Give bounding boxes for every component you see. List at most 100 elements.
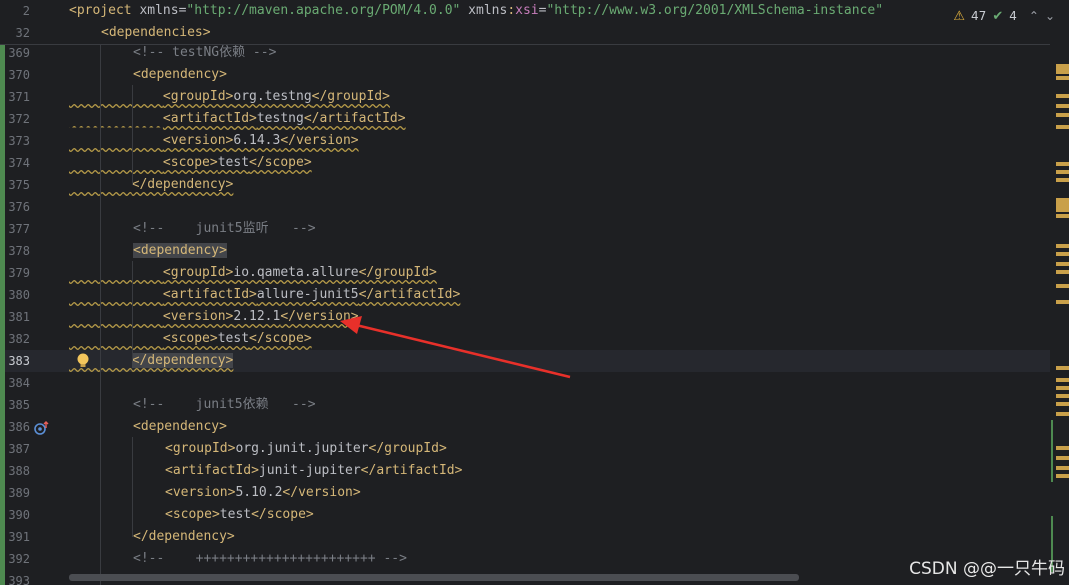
warning-icon: ⚠ (953, 8, 966, 24)
code-line[interactable]: 379 <groupId>io.qameta.allure</groupId> (0, 262, 1050, 284)
warning-marker[interactable] (1056, 125, 1069, 129)
warning-marker[interactable] (1056, 244, 1069, 248)
warning-marker[interactable] (1056, 474, 1069, 478)
error-stripe[interactable] (1050, 0, 1069, 585)
code-text: <!-- junit5监听 --> (133, 218, 316, 240)
warning-marker[interactable] (1056, 300, 1069, 304)
code-line[interactable]: 387 <groupId>org.junit.jupiter</groupId> (0, 438, 1050, 460)
warning-marker[interactable] (1056, 113, 1069, 117)
code-line[interactable]: 370 <dependency> (0, 64, 1050, 86)
code-text: <groupId>org.junit.jupiter</groupId> (165, 438, 447, 460)
warning-marker[interactable] (1056, 214, 1069, 218)
code-line[interactable]: 392 <!-- +++++++++++++++++++++++ --> (0, 548, 1050, 570)
code-token: allure-junit5 (256, 287, 359, 302)
warning-marker[interactable] (1056, 104, 1069, 108)
warning-marker[interactable] (1056, 394, 1069, 398)
code-token: <!-- junit5监听 --> (133, 221, 316, 236)
warning-marker[interactable] (1056, 270, 1069, 274)
line-number: 391 (8, 530, 30, 544)
code-line[interactable]: 371 <groupId>org.testng</groupId> (0, 86, 1050, 108)
code-line[interactable]: 385 <!-- junit5依赖 --> (0, 394, 1050, 416)
code-editor[interactable]: 369 <!-- testNG依赖 --> 370 <dependency> 371 <… (0, 0, 1069, 585)
code-line[interactable]: 386 <dependency> (0, 416, 1050, 438)
code-line[interactable]: 383 </dependency> (0, 350, 1050, 372)
code-token: <dependency> (133, 419, 227, 434)
code-line[interactable]: 375 </dependency> (0, 174, 1050, 196)
warning-marker[interactable] (1056, 378, 1069, 382)
warning-marker[interactable] (1056, 412, 1069, 416)
line-number: 377 (8, 222, 30, 236)
code-line[interactable]: 389 <version>5.10.2</version> (0, 482, 1050, 504)
code-text: <version>6.14.3</version> (69, 130, 359, 152)
warning-marker[interactable] (1056, 178, 1069, 182)
code-token: <dependencies> (101, 25, 211, 40)
code-line[interactable]: 384 (0, 372, 1050, 394)
code-line[interactable]: 373 <version>6.14.3</version> (0, 130, 1050, 152)
code-line[interactable]: 391 </dependency> (0, 526, 1050, 548)
code-token: 5.10.2 (235, 485, 283, 500)
code-text: <artifactId>allure-junit5</artifactId> (69, 284, 460, 306)
code-token: <version> (165, 485, 236, 500)
code-text: <dependency> (133, 240, 227, 262)
code-token: test (217, 331, 250, 346)
warning-marker[interactable] (1056, 64, 1069, 74)
line-number: 388 (8, 464, 30, 478)
chevron-up-icon[interactable]: ⌃ (1029, 9, 1039, 23)
sticky-line[interactable]: 2 <project xmlns="http://maven.apache.org… (0, 0, 1050, 22)
warning-marker[interactable] (1056, 386, 1069, 390)
line-number: 374 (8, 156, 30, 170)
warning-marker[interactable] (1056, 252, 1069, 256)
code-line[interactable]: 388 <artifactId>junit-jupiter</artifactId… (0, 460, 1050, 482)
code-line[interactable]: 374 <scope>test</scope> (0, 152, 1050, 174)
indent-guide (100, 42, 101, 585)
chevron-down-icon[interactable]: ⌄ (1045, 9, 1055, 23)
gutter-navigate-icon[interactable] (34, 420, 50, 435)
code-line[interactable]: 369 <!-- testNG依赖 --> (0, 42, 1050, 64)
warning-marker[interactable] (1056, 402, 1069, 406)
warning-marker[interactable] (1056, 446, 1069, 450)
code-line[interactable]: 390 <scope>test</scope> (0, 504, 1050, 526)
warning-marker[interactable] (1056, 76, 1069, 80)
code-line[interactable]: 377 <!-- junit5监听 --> (0, 218, 1050, 240)
code-line[interactable]: 376 (0, 196, 1050, 218)
code-line[interactable]: 378 <dependency> (0, 240, 1050, 262)
warning-marker[interactable] (1056, 366, 1069, 370)
code-line[interactable]: 381 <version>2.12.1</version> (0, 306, 1050, 328)
warning-marker[interactable] (1056, 456, 1069, 460)
warning-marker[interactable] (1056, 94, 1069, 98)
code-token: </dependency> (131, 177, 234, 192)
code-text: <version>2.12.1</version> (69, 306, 359, 328)
sticky-line[interactable]: 32 <dependencies> (0, 22, 1050, 44)
code-token: </dependency> (133, 529, 235, 544)
warning-marker[interactable] (1056, 284, 1069, 288)
vcs-change-marker[interactable] (0, 0, 5, 585)
code-token: <dependency> (133, 67, 227, 82)
code-token: <groupId> (162, 265, 234, 280)
warning-marker[interactable] (1056, 262, 1069, 266)
code-text: <dependencies> (101, 22, 211, 44)
line-number: 384 (8, 376, 30, 390)
line-number: 32 (15, 26, 30, 40)
horizontal-scrollbar[interactable] (69, 574, 799, 581)
warning-marker[interactable] (1056, 162, 1069, 166)
code-line[interactable]: 382 <scope>test</scope> (0, 328, 1050, 350)
code-token: <groupId> (165, 441, 236, 456)
code-line[interactable]: 372 <artifactId>testng</artifactId> (0, 108, 1050, 130)
code-token: 2.12.1 (233, 309, 281, 324)
code-line[interactable]: 380 <artifactId>allure-junit5</artifactI… (0, 284, 1050, 306)
warning-marker[interactable] (1056, 170, 1069, 174)
warning-marker[interactable] (1056, 466, 1069, 470)
code-text: <!-- junit5依赖 --> (133, 394, 316, 416)
code-token: "http://www.w3.org/2001/XMLSchema-instan… (546, 3, 884, 18)
warning-count: 47 (971, 9, 987, 23)
warning-marker[interactable] (1056, 198, 1069, 212)
line-number: 371 (8, 90, 30, 104)
code-token: xsi (515, 3, 539, 18)
code-token: </artifactId> (360, 463, 463, 478)
change-marker[interactable] (1051, 420, 1053, 482)
inspection-widget[interactable]: ⚠ 47 ✔ 4 ⌃ ⌄ (953, 6, 1055, 26)
code-token: <artifactId> (162, 287, 257, 302)
indent-guide (132, 261, 133, 361)
